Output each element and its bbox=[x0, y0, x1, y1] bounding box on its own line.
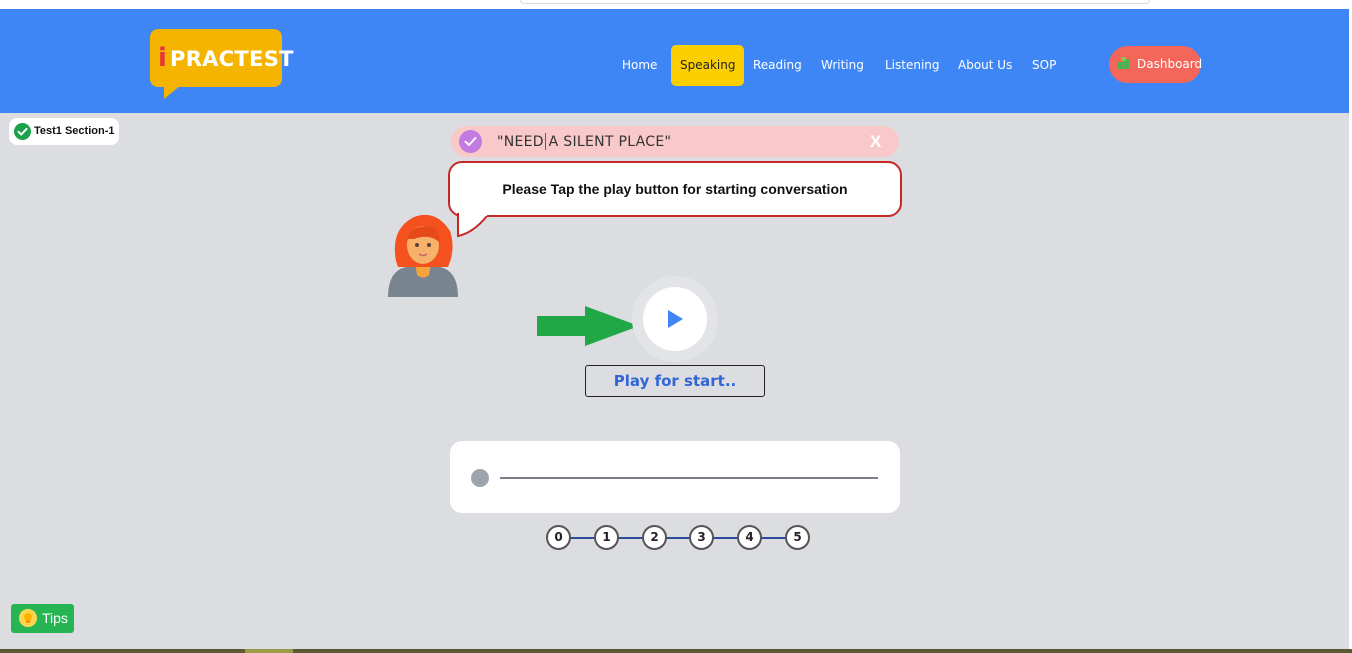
nav-sop[interactable]: SOP bbox=[1032, 45, 1056, 86]
play-for-start-label[interactable]: Play for start.. bbox=[585, 365, 765, 397]
bubble-text: Please Tap the play button for starting … bbox=[502, 181, 848, 197]
close-button[interactable]: X bbox=[870, 132, 881, 152]
step-1[interactable]: 1 bbox=[594, 525, 619, 550]
play-icon bbox=[668, 310, 683, 328]
step-2[interactable]: 2 bbox=[642, 525, 667, 550]
arrow-right-icon bbox=[537, 306, 639, 346]
tips-button[interactable]: Tips bbox=[11, 604, 74, 633]
browser-top-strip bbox=[0, 0, 1352, 9]
site-header: i PRACTEST Home Speaking Reading Writing… bbox=[0, 9, 1349, 113]
progress-knob[interactable] bbox=[471, 469, 489, 487]
dashboard-label: Dashboard bbox=[1137, 57, 1203, 71]
text-cursor bbox=[545, 133, 546, 150]
section-badge: Test1 Section-1 bbox=[9, 118, 119, 145]
prompt-text: "NEED A SILENT PLACE" bbox=[497, 134, 672, 150]
logo-text: PRACTEST bbox=[170, 47, 294, 71]
tips-label: Tips bbox=[42, 610, 68, 626]
nav-reading[interactable]: Reading bbox=[753, 45, 802, 86]
step-4[interactable]: 4 bbox=[737, 525, 762, 550]
nav-speaking[interactable]: Speaking bbox=[671, 45, 745, 86]
check-circle-icon bbox=[459, 130, 482, 153]
woman-avatar-icon bbox=[388, 214, 458, 297]
nav-writing[interactable]: Writing bbox=[821, 45, 864, 86]
nav-listening[interactable]: Listening bbox=[885, 45, 940, 86]
logo-tail bbox=[164, 81, 186, 99]
lightbulb-icon bbox=[19, 609, 37, 627]
nav-home[interactable]: Home bbox=[622, 45, 657, 86]
bottom-strip bbox=[0, 649, 1352, 653]
dashboard-icon bbox=[1118, 57, 1129, 69]
section-label: Test1 Section-1 bbox=[34, 125, 115, 137]
check-circle-icon bbox=[14, 123, 31, 140]
nav-about-us[interactable]: About Us bbox=[958, 45, 1012, 86]
play-button[interactable] bbox=[643, 287, 707, 351]
audio-progress-card bbox=[450, 441, 900, 513]
logo-i: i bbox=[158, 43, 167, 73]
step-3[interactable]: 3 bbox=[689, 525, 714, 550]
bottom-strip-highlight bbox=[245, 649, 293, 653]
step-5[interactable]: 5 bbox=[785, 525, 810, 550]
progress-track[interactable] bbox=[500, 477, 878, 479]
speech-bubble: Please Tap the play button for starting … bbox=[448, 161, 902, 217]
step-0[interactable]: 0 bbox=[546, 525, 571, 550]
bubble-tail bbox=[457, 213, 488, 238]
dashboard-button[interactable]: Dashboard bbox=[1109, 46, 1203, 83]
prompt-bar: "NEED A SILENT PLACE" X bbox=[451, 126, 899, 157]
top-strip-tab bbox=[520, 0, 1150, 4]
